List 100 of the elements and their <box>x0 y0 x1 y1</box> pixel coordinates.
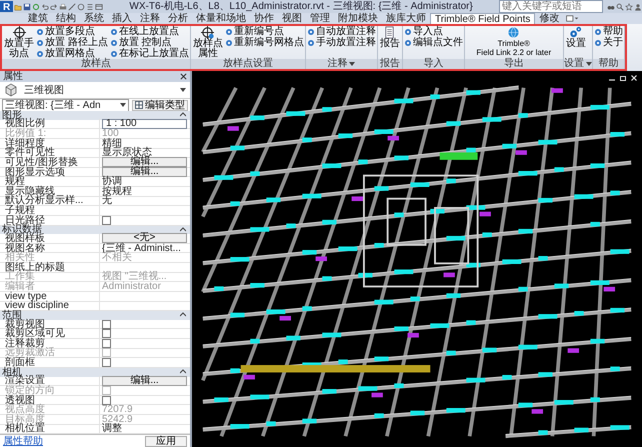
type-selector[interactable]: 三维视图 <box>0 82 190 99</box>
caret-icon <box>180 88 186 92</box>
print-icon[interactable] <box>59 2 68 10</box>
property-button[interactable]: 编辑... <box>102 376 187 386</box>
panel-dropdown[interactable]: 设置 <box>564 59 592 69</box>
checkbox[interactable] <box>102 329 111 338</box>
star-icon[interactable] <box>625 2 633 10</box>
app-logo[interactable]: R <box>0 1 14 12</box>
ribbon-button[interactable]: 帮助 <box>594 26 623 37</box>
property-label: 视图样板 <box>0 234 100 243</box>
panel-toggle-icon[interactable] <box>565 14 580 23</box>
property-label: 视点高度 <box>0 405 100 414</box>
property-value: 显示原状态 <box>102 148 152 158</box>
property-label: 图形显示选项 <box>0 168 100 177</box>
ribbon-tab[interactable]: 修改 <box>535 13 564 24</box>
checkbox[interactable] <box>102 320 111 329</box>
point-icon <box>594 38 602 46</box>
ribbon-button[interactable]: 自动放置注释 <box>306 26 376 37</box>
property-label: 相关性 <box>0 253 100 262</box>
document-icon <box>383 26 396 39</box>
globe-icon <box>507 26 520 39</box>
property-label: 可见性/图形替换 <box>0 158 100 167</box>
group-header[interactable]: 范围 <box>0 311 190 320</box>
ribbon-button[interactable]: 重新编号网格点 <box>224 37 304 48</box>
folder-icon[interactable] <box>14 2 22 10</box>
redo-icon[interactable] <box>50 2 58 10</box>
property-button[interactable]: <无> <box>102 233 187 244</box>
panel-title: 放样点 <box>2 59 190 69</box>
edit-type-button[interactable]: 编辑类型 <box>132 100 188 110</box>
user-icon[interactable] <box>634 2 642 10</box>
ribbon-button[interactable]: 手动放置注释 <box>306 37 376 48</box>
checkbox[interactable] <box>102 358 111 368</box>
ribbon-tab[interactable]: 视图 <box>278 13 306 24</box>
property-label: 编辑者 <box>0 282 100 292</box>
ribbon-tab[interactable]: 协作 <box>250 13 278 24</box>
ribbon-button[interactable]: 导入点 <box>404 26 463 37</box>
checkbox[interactable] <box>102 338 111 348</box>
palette-title: 属性 <box>3 71 23 82</box>
property-value: 100 <box>102 129 119 138</box>
panel-title: 报告 <box>378 59 402 69</box>
property-label: 远剪裁激活 <box>0 348 100 358</box>
value-field[interactable]: 1 : 100 <box>102 118 187 129</box>
ribbon-button[interactable]: 放样点属性 <box>192 26 224 59</box>
undo-icon[interactable] <box>41 2 50 10</box>
collapse-icon <box>180 369 186 376</box>
ribbon-tab[interactable]: 族库大师 <box>382 13 430 24</box>
restore-icon[interactable] <box>619 74 627 82</box>
save-icon[interactable] <box>23 2 32 10</box>
ribbon-tab[interactable]: 结构 <box>52 13 80 24</box>
ribbon-button[interactable]: 在线上放置点 <box>110 26 189 37</box>
ribbon-tab[interactable]: 分析 <box>164 13 192 24</box>
ribbon-button[interactable]: 放置 控制点 <box>110 37 189 48</box>
ribbon-tab[interactable]: 体量和场地 <box>192 13 250 24</box>
close-icon[interactable] <box>180 73 187 80</box>
ribbon-tab[interactable]: 管理 <box>306 13 334 24</box>
property-value: 精细 <box>102 138 122 148</box>
ribbon-button[interactable]: 放置多段点 <box>36 26 108 37</box>
property-label: 详细程度 <box>0 138 100 148</box>
apply-button[interactable]: 应用 <box>145 436 187 446</box>
ribbon-button[interactable]: 放置手动点 <box>3 26 35 59</box>
ribbon-button[interactable]: 重新编号点 <box>224 26 304 37</box>
property-label: 比例值 1: <box>0 129 100 138</box>
ribbon-button[interactable]: 在标记上放置点 <box>110 48 189 59</box>
grid-icon <box>135 101 143 109</box>
ribbon-tab[interactable]: 系统 <box>80 13 108 24</box>
ribbon-button[interactable]: Trimble® Field Link 2.2 or later <box>466 26 562 59</box>
point-icon <box>404 28 412 36</box>
crosshair-icon <box>12 26 26 39</box>
property-value: 视图 "三维视... <box>102 272 167 282</box>
panel-title: 导入 <box>402 59 464 69</box>
search-icon[interactable] <box>616 2 624 10</box>
property-label: 目标高度 <box>0 414 100 424</box>
ribbon-tab[interactable]: Trimble® Field Points <box>430 13 536 24</box>
ribbon-button[interactable]: 关于 <box>594 37 623 48</box>
checkbox[interactable] <box>102 396 111 405</box>
property-label: 视图比例 <box>0 119 100 128</box>
ribbon-tab[interactable]: 附加模块 <box>334 13 382 24</box>
properties-help-link[interactable]: 属性帮助 <box>3 434 43 447</box>
window-title: WX-T6-机电-L6、L8、L10_Administrator.rvt - 三维视图: {三维 - Administrator} <box>128 0 474 12</box>
property-label: 零件可见性 <box>0 148 100 158</box>
point-icon <box>110 50 118 58</box>
property-label: 日光路径 <box>0 216 100 225</box>
ribbon-button[interactable]: 放置 路径上点 <box>36 37 108 48</box>
point-icon <box>404 38 412 46</box>
ribbon-button[interactable]: 报告 <box>378 26 401 59</box>
ribbon-tab[interactable]: 注释 <box>136 13 164 24</box>
ribbon-button[interactable]: 设置 <box>564 26 587 59</box>
crosshair-gear-icon <box>201 26 214 39</box>
property-label: view type <box>0 292 100 301</box>
checkbox[interactable] <box>102 216 111 225</box>
caret-icon <box>349 62 356 66</box>
ribbon-tab[interactable]: 插入 <box>108 13 136 24</box>
property-label: 裁剪视图 <box>0 320 100 329</box>
windows-icon[interactable] <box>95 2 104 10</box>
ribbon-tab[interactable]: 建筑 <box>24 13 52 24</box>
ribbon-button[interactable]: 编辑点文件 <box>404 37 463 48</box>
point-icon <box>224 38 233 46</box>
property-label: 视图名称 <box>0 244 100 253</box>
ribbon-button[interactable]: 放置网格点 <box>36 48 108 59</box>
panel-dropdown[interactable]: 注释 <box>306 59 377 69</box>
